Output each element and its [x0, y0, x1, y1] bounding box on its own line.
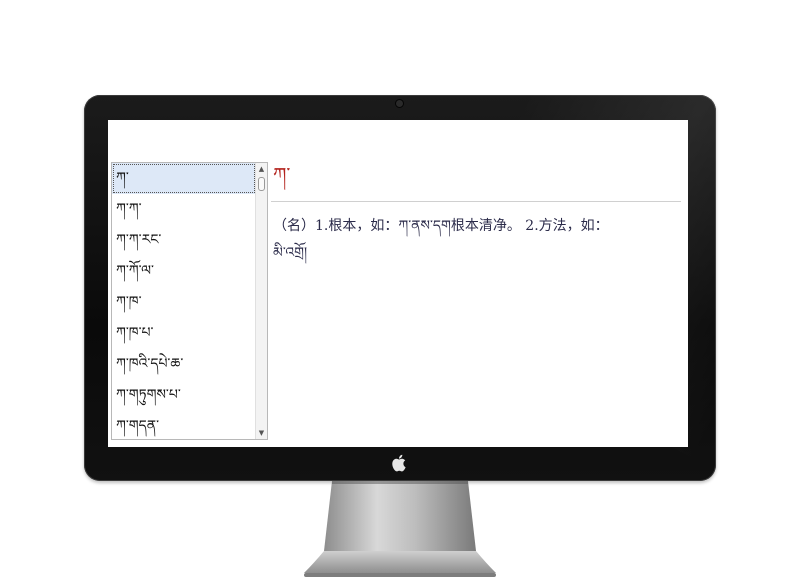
word-list-item[interactable]: ཀ་ཁའི་དཔེ་ཆ་ — [112, 349, 256, 380]
word-list-scrollbar[interactable]: ▲ ▼ — [255, 163, 267, 439]
word-list-item[interactable]: ཀ་ཀ་ — [112, 194, 256, 225]
scroll-up-arrow-icon[interactable]: ▲ — [256, 163, 267, 175]
word-list-items: ཀ་ ཀ་ཀ་ ཀ་ཀ་རང་ ཀ་ཀོ་ལ་ ཀ་ཁ་ ཀ་ཁ་པ་ ཀ་ཁའ… — [112, 163, 256, 439]
word-list-item[interactable]: ཀ་ཀ་རང་ — [112, 225, 256, 256]
word-list-item[interactable]: ཀ་ — [112, 163, 256, 194]
definition-divider — [271, 201, 681, 202]
entry-definition: （名）1.根本，如：ཀ་ནས་དག根本清净。 2.方法，如： མི་འགྲོ། — [273, 213, 673, 267]
entry-headword: ཀ་ — [273, 164, 291, 186]
word-list-item[interactable]: ཀ་གཏུགས་པ་ — [112, 380, 256, 411]
monitor-stand — [304, 481, 496, 577]
scroll-thumb[interactable] — [258, 177, 265, 191]
word-list-item[interactable]: ཀ་ཀོ་ལ་ — [112, 256, 256, 287]
word-list[interactable]: ཀ་ ཀ་ཀ་ ཀ་ཀ་རང་ ཀ་ཀོ་ལ་ ཀ་ཁ་ ཀ་ཁ་པ་ ཀ་ཁའ… — [111, 162, 268, 440]
scroll-down-arrow-icon[interactable]: ▼ — [256, 427, 267, 439]
word-list-item[interactable]: ཀ་གདན་ — [112, 411, 256, 439]
definition-line: （名）1.根本，如：ཀ་ནས་དག根本清净。 2.方法，如： — [273, 218, 609, 234]
word-list-item[interactable]: ཀ་ཁ་པ་ — [112, 318, 256, 349]
word-list-item[interactable]: ཀ་ཁ་ — [112, 287, 256, 318]
camera-icon — [396, 100, 403, 107]
apple-logo-icon — [392, 454, 406, 472]
dictionary-window: ཀ་ ཀ་ཀ་ ཀ་ཀ་རང་ ཀ་ཀོ་ལ་ ཀ་ཁ་ ཀ་ཁ་པ་ ཀ་ཁའ… — [108, 120, 688, 447]
definition-line: མི་འགྲོ། — [273, 245, 308, 261]
